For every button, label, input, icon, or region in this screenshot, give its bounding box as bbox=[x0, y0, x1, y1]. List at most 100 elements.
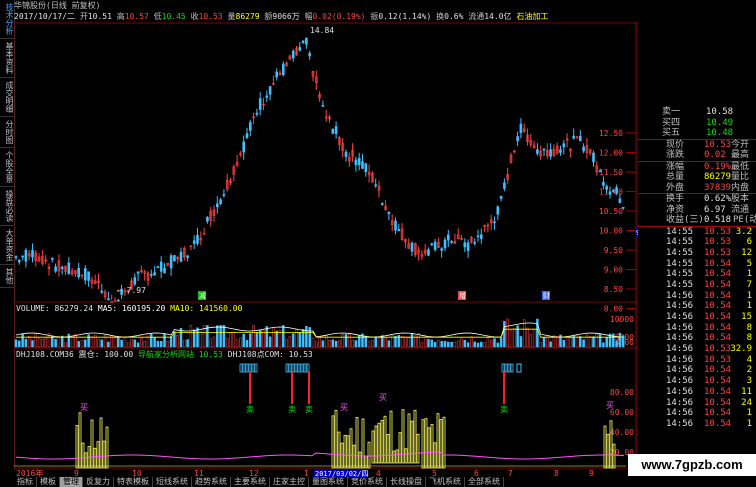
indicator-column bbox=[337, 431, 341, 469]
indicator-column bbox=[603, 425, 607, 469]
bottom-tab-1[interactable]: 模板 bbox=[37, 477, 60, 487]
quote-label: 总量 bbox=[666, 172, 685, 182]
bottom-tab-5[interactable]: 短线系统 bbox=[153, 477, 192, 487]
indicator-axis-label: 80.00 bbox=[610, 388, 634, 397]
candlestick-chart[interactable]: 12.5012.0011.5011.0010.5010.009.509.008.… bbox=[14, 0, 638, 477]
volume-bar bbox=[466, 342, 470, 348]
bottom-tab-7[interactable]: 主要系统 bbox=[231, 477, 270, 487]
left-tab-5[interactable]: 操盘必读 bbox=[0, 187, 14, 226]
volume-bar bbox=[318, 336, 321, 348]
tick-row: 14:55 10.53 6 bbox=[638, 237, 756, 248]
volume-bar bbox=[605, 337, 608, 348]
tick-volume: 1 bbox=[746, 408, 752, 419]
x-axis-label: 6 bbox=[474, 469, 479, 477]
bottom-tab-3[interactable]: 反复力 bbox=[83, 477, 114, 487]
volume-bar bbox=[526, 327, 529, 348]
price-axis-label: 11.50 bbox=[599, 168, 623, 177]
bottom-tab-9[interactable]: 量图系统 bbox=[309, 477, 348, 487]
volume-bar bbox=[268, 336, 272, 348]
indicator-column bbox=[606, 433, 610, 469]
tick-volume: 11 bbox=[741, 386, 752, 397]
left-tab-3[interactable]: 分时图 bbox=[0, 117, 14, 148]
buy-signal-label: 买 bbox=[606, 401, 614, 410]
buy-signal-label: 买 bbox=[379, 393, 387, 402]
left-tab-4[interactable]: 个股全景 bbox=[0, 148, 14, 187]
tick-row: 14:56 10.54 2 bbox=[638, 365, 756, 376]
left-tab-6[interactable]: 大单资金 bbox=[0, 226, 14, 265]
candle-body bbox=[21, 255, 24, 258]
volume-bar bbox=[232, 331, 236, 348]
x-axis-label: 5 bbox=[432, 469, 437, 477]
tick-price: 10.54 bbox=[704, 333, 732, 344]
volume-bar bbox=[136, 342, 140, 348]
volume-bar bbox=[278, 330, 282, 348]
quote-row: 外盘 37839 内盘 bbox=[638, 183, 756, 194]
volume-bar bbox=[242, 333, 245, 348]
bottom-tab-2[interactable]: 管理 bbox=[60, 477, 83, 487]
volume-bar bbox=[14, 339, 18, 348]
quote-label-2: 流通 bbox=[731, 204, 750, 215]
tick-time: 14:56 bbox=[666, 344, 694, 355]
candle-body bbox=[331, 128, 335, 134]
bottom-tab-12[interactable]: 飞机系统 bbox=[426, 477, 465, 487]
volume-bar bbox=[245, 339, 249, 348]
candle-body bbox=[440, 248, 444, 251]
tick-time: 14:56 bbox=[666, 365, 694, 376]
volume-bar bbox=[311, 337, 315, 348]
candle-body bbox=[305, 37, 308, 45]
volume-bar bbox=[443, 340, 447, 348]
candle-body bbox=[374, 184, 378, 187]
indicator-column bbox=[377, 422, 381, 464]
indicator-column bbox=[352, 444, 356, 469]
tick-price: 10.54 bbox=[704, 386, 732, 397]
tick-volume: 2 bbox=[746, 365, 752, 376]
indicator-column bbox=[404, 448, 408, 464]
volume-bar bbox=[437, 339, 440, 348]
x-axis-label: 9 bbox=[589, 469, 594, 477]
left-tab-2[interactable]: 成交明细 bbox=[0, 78, 14, 117]
orderbook-label: 买五 bbox=[662, 128, 681, 138]
signal-box bbox=[300, 363, 304, 373]
volume-bar bbox=[364, 335, 368, 348]
volume-bar bbox=[212, 336, 216, 348]
bottom-tab-6[interactable]: 趋势系统 bbox=[192, 477, 231, 487]
bottom-tab-13[interactable]: 全部系统 bbox=[465, 477, 504, 487]
low-price-label: ← 7.97 bbox=[117, 286, 146, 295]
left-tab-7[interactable]: 其他 bbox=[0, 265, 14, 288]
bottom-tab-4[interactable]: 特表模板 bbox=[114, 477, 153, 487]
volume-bar bbox=[565, 336, 569, 348]
tick-row: 14:55 10.53 3.2 bbox=[638, 227, 756, 238]
quote-row: 净资 6.97 流通 bbox=[638, 205, 756, 216]
orderbook-label: 买四 bbox=[662, 117, 681, 128]
candle-body bbox=[308, 52, 312, 57]
volume-bar bbox=[440, 340, 443, 348]
volume-bar bbox=[206, 325, 209, 348]
volume-bar bbox=[579, 336, 582, 348]
x-axis-label: 1 bbox=[304, 469, 309, 477]
tick-row: 14:56 10.54 1 bbox=[638, 291, 756, 302]
quote-label: 换手 bbox=[666, 194, 685, 204]
indicator-column bbox=[416, 433, 420, 464]
left-tab-0[interactable]: 技术分析 bbox=[0, 0, 14, 39]
volume-bar bbox=[374, 336, 377, 348]
bottom-tab-0[interactable]: 指标 bbox=[14, 477, 37, 487]
left-tab-1[interactable]: 基本资料 bbox=[0, 39, 14, 78]
bottom-tab-11[interactable]: 长线操盘 bbox=[387, 477, 426, 487]
bottom-tab-8[interactable]: 庄家主控 bbox=[270, 477, 309, 487]
tick-time: 14:56 bbox=[666, 290, 694, 301]
volume-bar bbox=[529, 333, 533, 348]
candle-body bbox=[219, 199, 222, 204]
candle-body bbox=[397, 229, 401, 232]
bottom-tab-10[interactable]: 竞价系统 bbox=[348, 477, 387, 487]
volume-axis-label: 10000 bbox=[610, 315, 634, 324]
candle-body bbox=[192, 240, 196, 244]
candle-body bbox=[24, 250, 28, 262]
volume-bar bbox=[493, 338, 496, 348]
candle-body bbox=[496, 206, 500, 215]
volume-bar bbox=[499, 337, 503, 348]
volume-bar bbox=[41, 338, 44, 348]
left-tab-strip: 技术分析 基本资料 成交明细 分时图 个股全景 操盘必读 大单资金 其他 bbox=[0, 0, 15, 470]
volume-bar bbox=[555, 336, 559, 348]
volume-bar bbox=[562, 339, 566, 348]
quote-row: 现价 10.53 今开 bbox=[638, 140, 756, 151]
